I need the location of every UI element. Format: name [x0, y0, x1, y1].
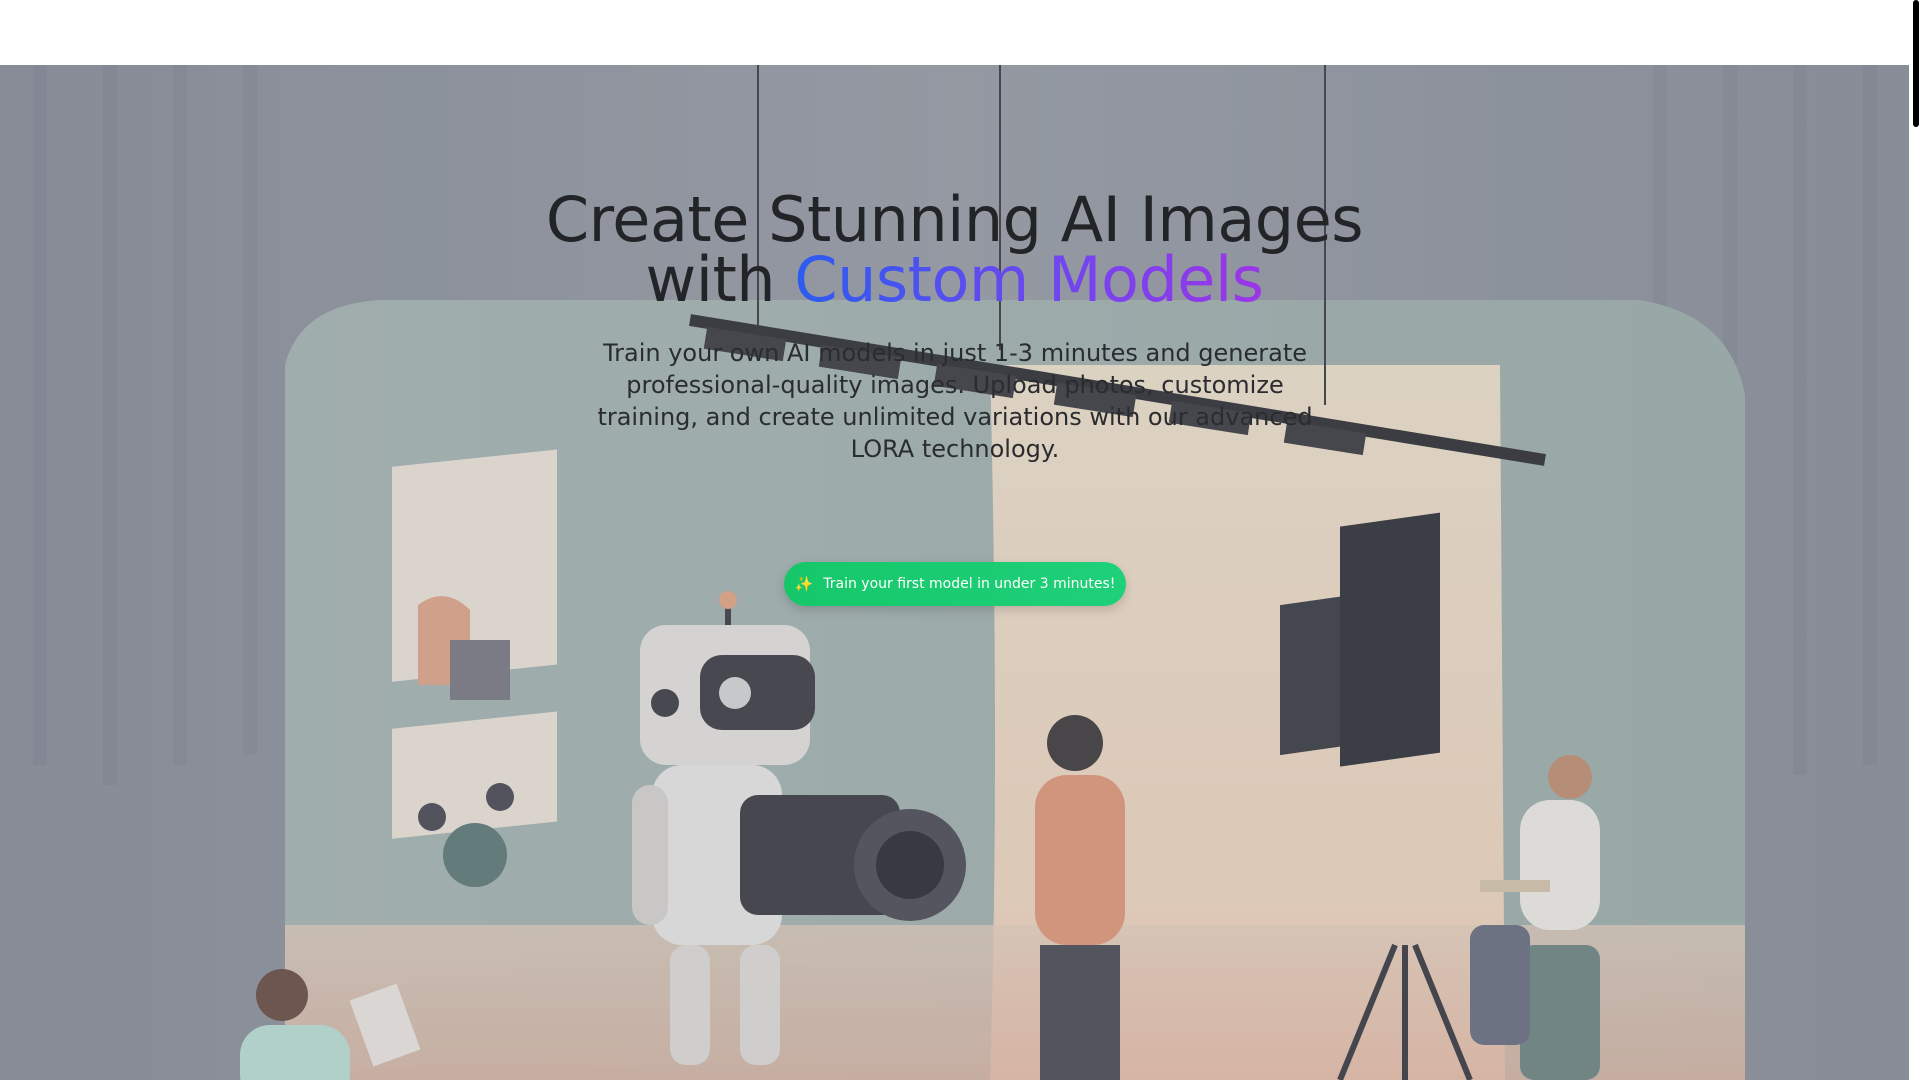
hero-headline: Create Stunning AI Images with Custom Mo…: [0, 189, 1909, 311]
train-model-button[interactable]: ✨ Train your first model in under 3 minu…: [784, 562, 1126, 606]
top-navigation-bar: [0, 0, 1909, 65]
hero-section: Create Stunning AI Images with Custom Mo…: [0, 65, 1909, 1080]
page-scrollbar[interactable]: [1909, 0, 1920, 1080]
scrollbar-thumb[interactable]: [1913, 0, 1919, 127]
headline-with: with: [645, 243, 795, 316]
train-model-button-label: Train your first model in under 3 minute…: [823, 576, 1116, 592]
sparkles-icon: ✨: [794, 575, 814, 593]
page: Create Stunning AI Images with Custom Mo…: [0, 0, 1920, 1080]
headline-highlight: Custom Models: [794, 243, 1264, 316]
hero-description: Train your own AI models in just 1-3 min…: [597, 339, 1313, 463]
